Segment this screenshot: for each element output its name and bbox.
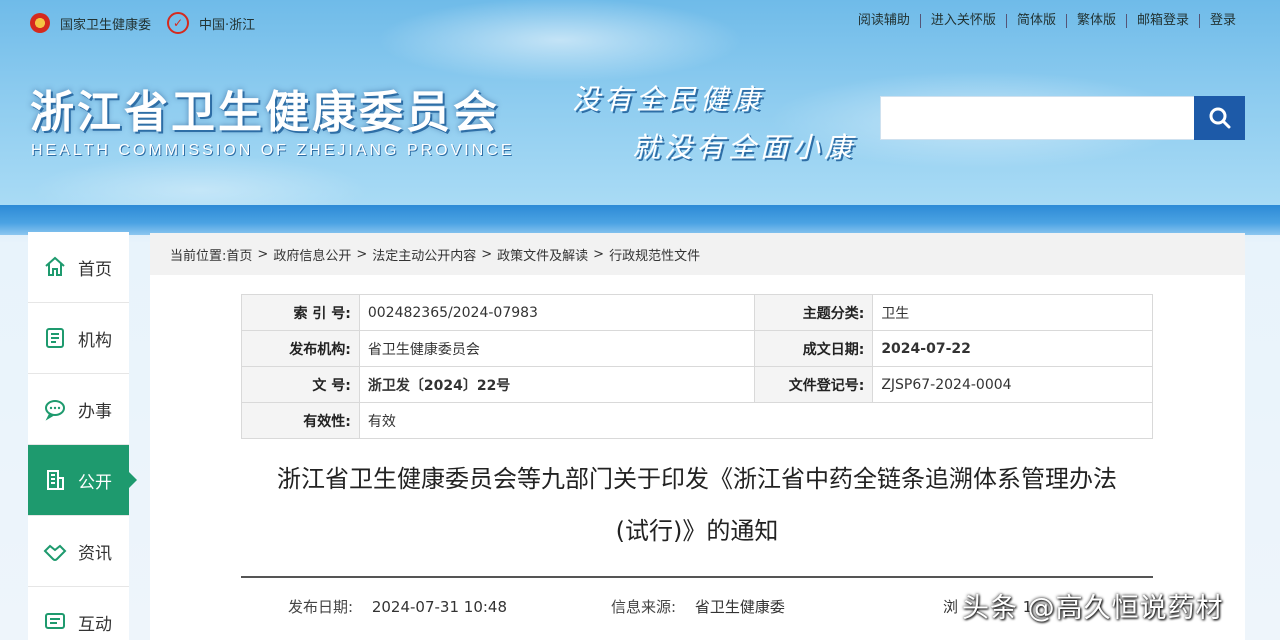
link-reading-aid[interactable]: 阅读辅助 [848, 14, 920, 28]
breadcrumb-gov-info[interactable]: 政府信息公开 [273, 245, 351, 264]
info-source-value: 省卫生健康委 [694, 598, 785, 616]
breadcrumb: 当前位置: 首页 > 政府信息公开 > 法定主动公开内容 > 政策文件及解读 >… [150, 233, 1245, 275]
nav-item-label: 首页 [78, 259, 112, 280]
breadcrumb-regulatory[interactable]: 行政规范性文件 [609, 245, 700, 264]
header-band [0, 205, 1280, 235]
home-icon [42, 254, 68, 280]
table-row: 有效性: 有效 [241, 402, 1154, 439]
nav-item-public[interactable]: 公开 [28, 445, 137, 516]
link-nhc[interactable]: 国家卫生健康委 [60, 14, 151, 33]
view-count-label: 浏 [943, 598, 959, 616]
nav-item-label: 互动 [78, 614, 112, 635]
table-row: 发布机构: 省卫生健康委员会 成文日期: 2024-07-22 [241, 330, 1153, 367]
document-icon [42, 325, 68, 351]
info-source-label: 信息来源: [611, 598, 677, 616]
breadcrumb-home[interactable]: 首页 [226, 245, 252, 264]
table-row: 索 引 号: 002482365/2024-07983 主题分类: 卫生 [241, 294, 1153, 331]
link-care-version[interactable]: 进入关怀版 [919, 14, 1006, 28]
slogan-line1: 没有全民健康 [572, 83, 765, 116]
table-row: 文 号: 浙卫发〔2024〕22号 文件登记号: ZJSP67-2024-000… [241, 366, 1153, 403]
link-mail-login[interactable]: 邮箱登录 [1125, 14, 1199, 28]
document-title: 浙江省卫生健康委员会等九部门关于印发《浙江省中药全链条追溯体系管理办法 (试行)… [241, 453, 1153, 557]
document-title-line1: 浙江省卫生健康委员会等九部门关于印发《浙江省中药全链条追溯体系管理办法 [277, 465, 1117, 493]
publish-date: 发布日期: 2024-07-31 10:48 [288, 596, 507, 617]
meta-key: 发布机构: [241, 330, 360, 367]
meta-key: 文 号: [241, 366, 360, 403]
nav-item-services[interactable]: 办事 [28, 374, 129, 445]
info-source: 信息来源: 省卫生健康委 [611, 596, 785, 617]
site-subtitle: HEALTH COMMISSION OF ZHEJIANG PROVINCE [31, 142, 515, 159]
nav-item-home[interactable]: 首页 [28, 232, 129, 303]
meta-value: 有效 [358, 402, 1154, 439]
meta-value: ZJSP67-2024-0004 [872, 366, 1153, 403]
message-icon [42, 609, 68, 635]
slogan-line2: 就没有全面小康 [632, 131, 857, 164]
title-divider [241, 576, 1153, 578]
top-right-links: 阅读辅助 进入关怀版 简体版 繁体版 邮箱登录 登录 [848, 14, 1246, 28]
document-title-line2: (试行)》的通知 [615, 517, 779, 545]
breadcrumb-separator: > [257, 246, 269, 262]
link-china-zhejiang[interactable]: 中国·浙江 [199, 14, 255, 33]
nav-item-label: 资讯 [78, 543, 112, 564]
side-nav: 首页 机构 办事 公开 资讯 互动 [28, 232, 137, 640]
meta-key: 文件登记号: [754, 366, 874, 403]
nav-item-interact[interactable]: 互动 [28, 587, 129, 640]
china-zhejiang-icon: ✓ [167, 12, 190, 34]
nav-item-label: 公开 [78, 472, 112, 493]
breadcrumb-separator: > [481, 246, 493, 262]
meta-value: 002482365/2024-07983 [358, 294, 756, 331]
meta-key: 主题分类: [754, 294, 874, 331]
top-left-links: 国家卫生健康委 ✓ 中国·浙江 [30, 12, 271, 34]
nav-item-label: 机构 [78, 330, 112, 351]
meta-key: 有效性: [241, 402, 360, 439]
breadcrumb-policy[interactable]: 政策文件及解读 [497, 245, 588, 264]
meta-value: 浙卫发〔2024〕22号 [358, 366, 756, 403]
nav-item-label: 办事 [78, 401, 112, 422]
link-traditional[interactable]: 繁体版 [1065, 14, 1126, 28]
document-meta-table: 索 引 号: 002482365/2024-07983 主题分类: 卫生 发布机… [241, 294, 1154, 439]
main-content: 当前位置: 首页 > 政府信息公开 > 法定主动公开内容 > 政策文件及解读 >… [150, 233, 1245, 640]
breadcrumb-separator: > [356, 246, 368, 262]
link-simplified[interactable]: 简体版 [1005, 14, 1066, 28]
meta-key: 索 引 号: [241, 294, 360, 331]
meta-value: 省卫生健康委员会 [358, 330, 756, 367]
meta-key: 成文日期: [754, 330, 874, 367]
meta-value: 2024-07-22 [872, 330, 1153, 367]
chat-icon [42, 396, 68, 422]
link-login[interactable]: 登录 [1198, 14, 1246, 28]
breadcrumb-prefix: 当前位置: [170, 248, 227, 264]
search-button[interactable] [1194, 96, 1245, 140]
nav-item-org[interactable]: 机构 [28, 303, 129, 374]
breadcrumb-statutory[interactable]: 法定主动公开内容 [372, 245, 476, 264]
header-banner: 国家卫生健康委 ✓ 中国·浙江 阅读辅助 进入关怀版 简体版 繁体版 邮箱登录 … [0, 0, 1280, 205]
building-icon [42, 467, 68, 493]
search-icon [1209, 107, 1230, 129]
breadcrumb-separator: > [593, 246, 605, 262]
publish-date-value: 2024-07-31 10:48 [371, 598, 508, 616]
nav-item-news[interactable]: 资讯 [28, 516, 129, 587]
site-title[interactable]: 浙江省卫生健康委员会 [30, 76, 500, 140]
publish-date-label: 发布日期: [288, 598, 354, 616]
national-emblem-icon [30, 13, 50, 33]
handshake-icon [42, 538, 68, 564]
search-input[interactable] [880, 96, 1195, 140]
top-bar: 国家卫生健康委 ✓ 中国·浙江 阅读辅助 进入关怀版 简体版 繁体版 邮箱登录 … [0, 12, 1280, 36]
watermark: 头条 @高久恒说药材 [962, 593, 1224, 624]
meta-value: 卫生 [872, 294, 1153, 331]
